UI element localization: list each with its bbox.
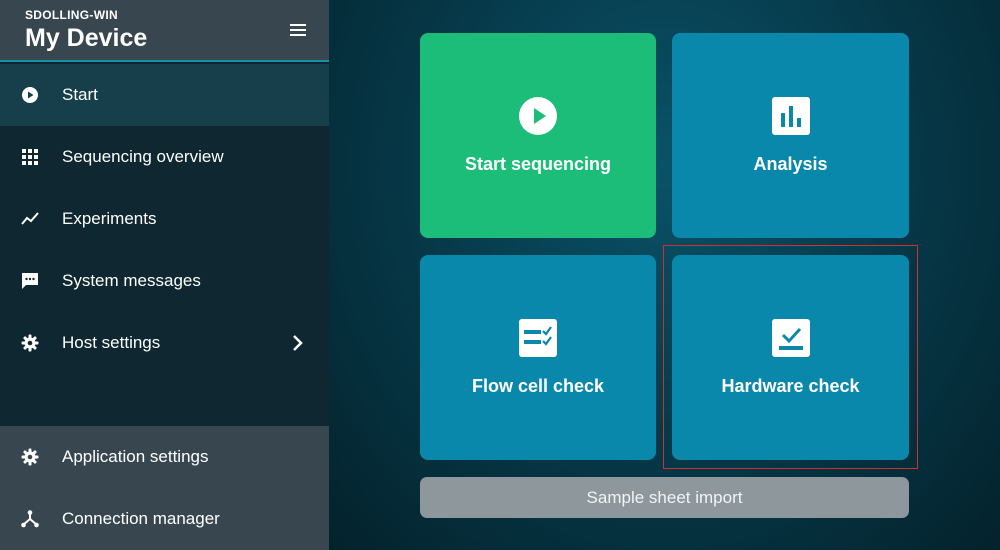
sidebar-item-label: Connection manager: [62, 509, 220, 528]
tile-label: Analysis: [753, 154, 828, 174]
sidebar-bottom-panel: Application settings Connection manager: [0, 426, 329, 550]
grid-icon: [22, 149, 38, 165]
trend-icon: [21, 212, 39, 225]
play-circle-icon: [519, 97, 557, 135]
sidebar-header: SDOLLING-WIN My Device: [0, 0, 329, 62]
chevron-right-icon: [293, 335, 303, 351]
gear-icon: [21, 334, 39, 352]
tile-label: Flow cell check: [471, 376, 605, 396]
sidebar-item-experiments[interactable]: Experiments: [0, 188, 329, 250]
tile-label: Start sequencing: [464, 154, 612, 174]
sidebar-item-label: Application settings: [62, 447, 209, 466]
tile-label: Hardware check: [721, 376, 860, 396]
sidebar-item-label: Start: [62, 85, 98, 104]
play-circle-icon: [22, 87, 38, 103]
sidebar-item-sequencing-overview[interactable]: Sequencing overview: [0, 126, 329, 188]
page-title: My Device: [25, 24, 148, 52]
sidebar-item-label: Experiments: [62, 209, 157, 228]
start-sequencing-tile[interactable]: Start sequencing: [420, 33, 656, 238]
gear-icon: [21, 448, 39, 466]
device-name: SDOLLING-WIN: [25, 8, 118, 22]
sidebar-item-application-settings[interactable]: Application settings: [0, 426, 329, 488]
sample-sheet-import-button[interactable]: Sample sheet import: [420, 477, 909, 518]
network-icon: [21, 510, 39, 528]
sidebar-item-label: Host settings: [62, 333, 161, 352]
analysis-tile[interactable]: Analysis: [672, 33, 909, 238]
message-icon: [22, 273, 38, 289]
sidebar-item-connection-manager[interactable]: Connection manager: [0, 488, 329, 550]
sidebar-item-system-messages[interactable]: System messages: [0, 250, 329, 312]
checklist-icon: [519, 319, 557, 357]
sidebar-item-label: Sequencing overview: [62, 147, 224, 166]
sidebar-item-label: System messages: [62, 271, 201, 290]
hardware-check-icon: [771, 319, 810, 357]
sidebar-item-host-settings[interactable]: Host settings: [0, 312, 329, 374]
bar-chart-icon: [771, 97, 810, 135]
flow-cell-check-tile[interactable]: Flow cell check: [420, 255, 656, 460]
sidebar: SDOLLING-WIN My Device Start Sequencing …: [0, 0, 329, 550]
hamburger-menu-icon[interactable]: [288, 22, 308, 38]
sidebar-item-start[interactable]: Start: [0, 64, 329, 126]
hardware-check-tile[interactable]: Hardware check: [672, 255, 909, 460]
